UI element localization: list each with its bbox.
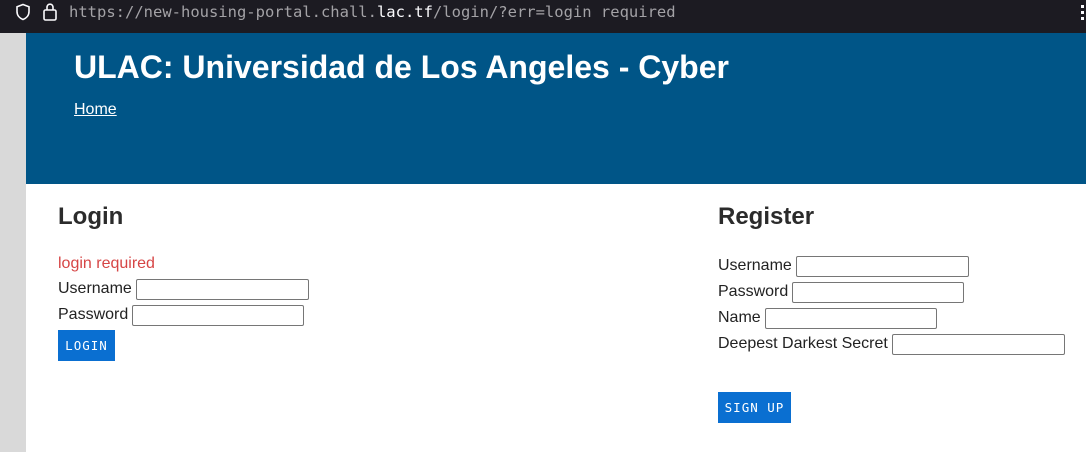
register-username-label: Username [718,257,792,274]
url-prefix: https://new-housing-portal.chall. [69,3,377,21]
register-secret-row: Deepest Darkest Secret [718,333,1065,355]
url-text[interactable]: https://new-housing-portal.chall.lac.tf/… [69,2,676,22]
register-name-label: Name [718,309,761,326]
register-password-label: Password [718,283,789,300]
login-username-input[interactable] [135,278,309,300]
sidebar-gutter [0,33,26,452]
lock-icon[interactable] [42,2,58,27]
url-suffix: /login/?err=login required [432,3,676,21]
browser-address-bar: https://new-housing-portal.chall.lac.tf/… [0,0,1086,33]
home-link[interactable]: Home [74,101,117,119]
login-password-input[interactable] [132,304,305,326]
register-name-row: Name [718,307,937,329]
register-secret-input[interactable] [891,333,1065,355]
site-header: ULAC: Universidad de Los Angeles - Cyber… [26,33,1086,184]
register-heading: Register [718,203,815,230]
menu-icon[interactable] [1078,3,1086,21]
register-secret-label: Deepest Darkest Secret [718,335,888,352]
login-username-row: Username [58,278,309,300]
login-form: Login login required Username Password L… [58,203,458,361]
url-domain: lac.tf [376,3,433,21]
register-form: Register Username Password Name Deepest … [718,203,1078,423]
login-username-label: Username [58,280,132,297]
register-name-input[interactable] [764,307,937,329]
register-username-row: Username [718,255,969,277]
register-username-input[interactable] [795,255,969,277]
signup-button[interactable]: SIGN UP [718,392,791,423]
site-title: ULAC: Universidad de Los Angeles - Cyber [74,49,729,85]
login-error-message: login required [58,255,155,272]
login-password-label: Password [58,306,129,323]
page-viewport: ULAC: Universidad de Los Angeles - Cyber… [0,33,1086,452]
login-heading: Login [58,203,124,230]
register-password-row: Password [718,281,965,303]
tracking-protection-shield-icon[interactable] [14,3,32,26]
register-password-input[interactable] [792,281,965,303]
login-password-row: Password [58,304,305,326]
login-button[interactable]: LOGIN [58,330,115,361]
